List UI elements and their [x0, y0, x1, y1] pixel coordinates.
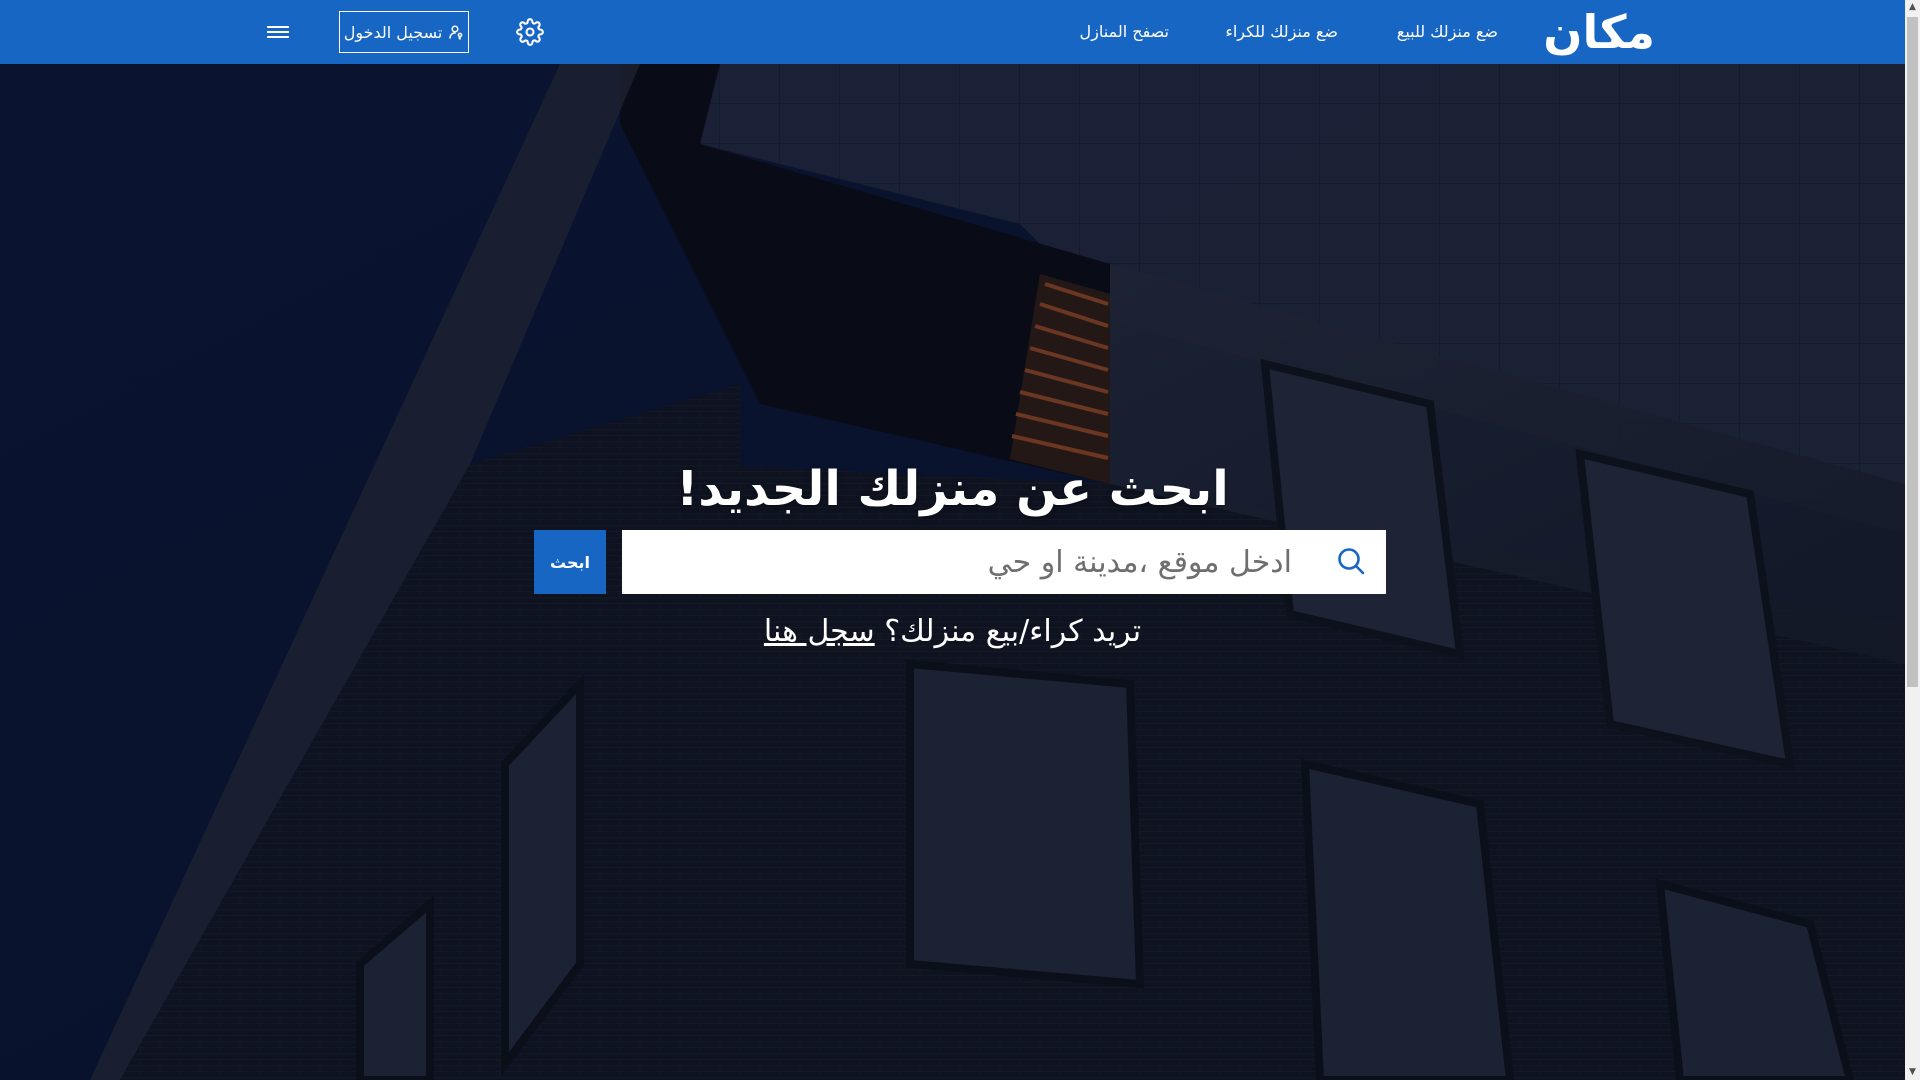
register-prompt: تريد كراء/بيع منزلك؟ سجل هنا: [0, 614, 1905, 649]
user-key-icon: [449, 25, 463, 40]
page: مكان ضع منزلك للبيع ضع منزلك للكراء تصفح…: [0, 0, 1920, 1080]
login-button[interactable]: تسجيل الدخول: [339, 11, 469, 53]
hamburger-menu-button[interactable]: [265, 20, 291, 44]
scrollbar-thumb[interactable]: [1907, 17, 1918, 687]
page-scrollbar[interactable]: ▲ ▼: [1905, 0, 1920, 1080]
scroll-up-arrow-icon[interactable]: ▲: [1905, 0, 1920, 15]
hero-title: ابحث عن منزلك الجديد!: [676, 461, 1229, 518]
register-link[interactable]: سجل هنا: [764, 614, 875, 649]
hero-section: ابحث عن منزلك الجديد! ابحث تريد كراء/بيع…: [0, 64, 1905, 1080]
nav-link-rent-home[interactable]: ضع منزلك للكراء: [1225, 0, 1338, 64]
nav-link-sell-home[interactable]: ضع منزلك للبيع: [1397, 0, 1498, 64]
site-logo[interactable]: مكان: [1543, 2, 1655, 62]
search-button[interactable]: ابحث: [534, 530, 606, 594]
hamburger-menu-icon: [267, 26, 289, 38]
top-navbar: مكان ضع منزلك للبيع ضع منزلك للكراء تصفح…: [0, 0, 1905, 64]
search-box: [622, 530, 1386, 594]
gear-icon: [516, 18, 544, 46]
register-prompt-text: تريد كراء/بيع منزلك؟: [874, 614, 1142, 649]
search-input[interactable]: [622, 530, 1302, 594]
login-label: تسجيل الدخول: [343, 22, 443, 42]
search-icon: [1338, 548, 1365, 575]
scroll-down-arrow-icon[interactable]: ▼: [1905, 1065, 1920, 1080]
settings-button[interactable]: [516, 18, 544, 46]
navbar-inner: مكان ضع منزلك للبيع ضع منزلك للكراء تصفح…: [0, 0, 1905, 64]
nav-link-browse-homes[interactable]: تصفح المنازل: [1080, 0, 1169, 64]
